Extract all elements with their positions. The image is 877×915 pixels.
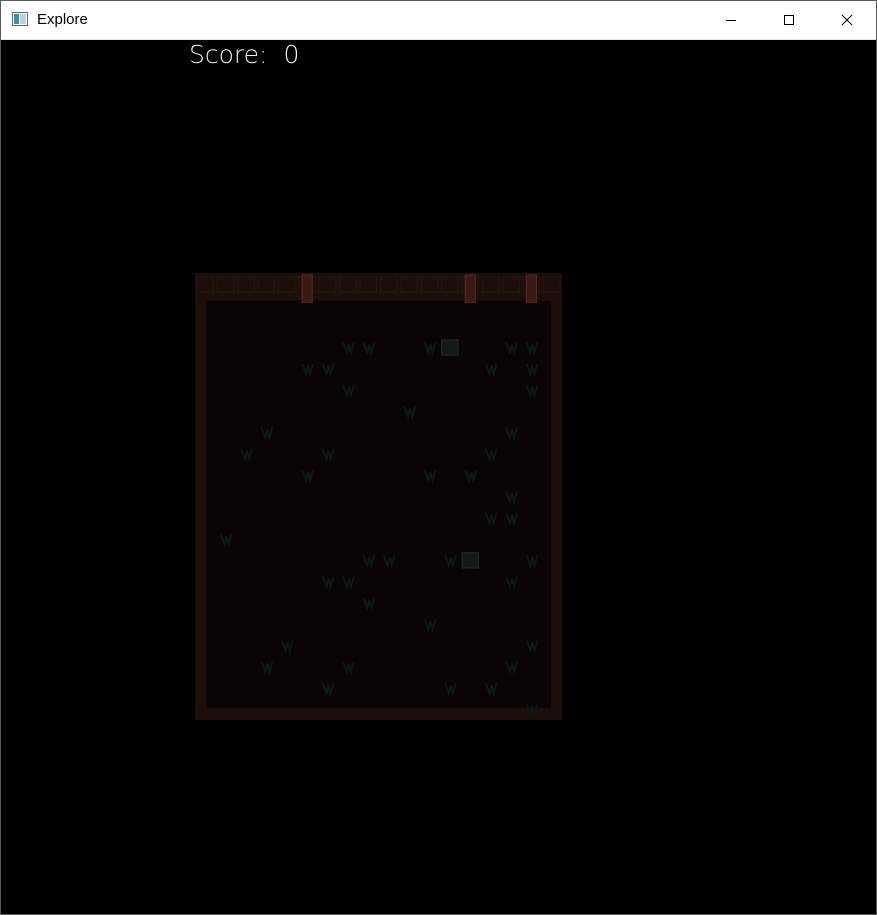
door-tile [301,274,313,303]
stone-block [441,339,459,356]
game-window: Explore Score: 0 [0,0,877,915]
game-board[interactable] [195,273,562,720]
title-bar[interactable]: Explore [1,1,876,40]
minimize-button[interactable] [702,1,760,39]
minimize-icon [726,20,736,21]
score-value: 0 [283,40,300,69]
score-display: Score: 0 [189,40,299,69]
app-window-icon [12,12,28,26]
score-label: Score: [189,40,268,69]
board-floor [206,300,551,709]
maximize-icon [784,15,794,25]
game-canvas[interactable]: Score: 0 [1,40,876,914]
board-grid [195,273,562,720]
close-icon [841,14,853,26]
maximize-button[interactable] [760,1,818,39]
close-button[interactable] [818,1,876,39]
stone-block [461,552,479,569]
window-title: Explore [37,11,88,28]
door-tile [525,274,538,303]
door-tile [464,274,476,303]
